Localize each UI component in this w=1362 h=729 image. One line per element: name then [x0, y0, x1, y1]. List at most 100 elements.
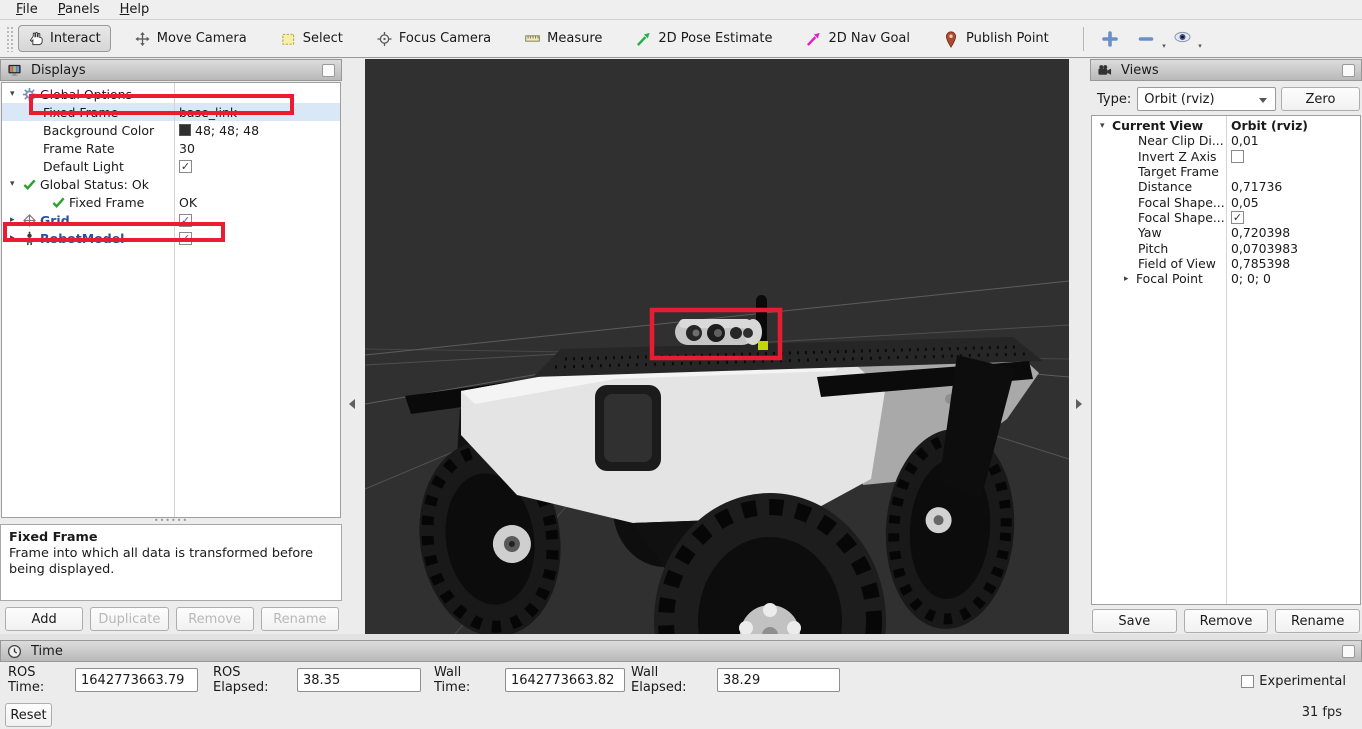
- property-name: Near Clip Di...: [1138, 133, 1224, 148]
- collapse-left-arrow-icon[interactable]: [349, 399, 355, 409]
- plus-icon: [1101, 30, 1120, 48]
- reset-button[interactable]: Reset: [5, 703, 52, 727]
- grid-icon: [22, 213, 37, 228]
- checkbox[interactable]: [1231, 211, 1244, 224]
- column-divider[interactable]: [1226, 116, 1227, 604]
- minus-icon: [1137, 30, 1156, 48]
- eye-icon: [1173, 30, 1192, 48]
- menu-file[interactable]: File: [6, 1, 48, 18]
- displays-panel-titlebar[interactable]: Displays: [0, 59, 342, 81]
- tool-move-camera[interactable]: Move Camera: [125, 25, 257, 52]
- chevron-down-icon: [1259, 98, 1267, 103]
- toolbar-grip[interactable]: [6, 26, 14, 52]
- tool-select[interactable]: Select: [271, 25, 353, 52]
- time-panel-title: Time: [31, 644, 63, 659]
- sensor-cylinder: [675, 319, 762, 345]
- displays-monitor-icon: [7, 63, 22, 78]
- displays-tree: ▾ Global OptionsFixed Framebase_linkBackg…: [1, 82, 341, 518]
- rename-button[interactable]: Rename: [261, 607, 339, 631]
- checkbox[interactable]: [179, 160, 192, 173]
- property-value: 48; 48; 48: [195, 123, 259, 138]
- property-name: Frame Rate: [43, 141, 115, 156]
- eye-button[interactable]: ▾: [1166, 26, 1202, 52]
- remove-button[interactable]: Remove: [176, 607, 254, 631]
- displays-row-grid[interactable]: ▸Grid: [2, 211, 340, 229]
- remove-button[interactable]: Remove: [1184, 609, 1269, 633]
- displays-row-frame-rate[interactable]: Frame Rate30: [2, 139, 340, 157]
- add-button[interactable]: Add: [5, 607, 83, 631]
- ros-time-input[interactable]: 1642773663.79: [75, 668, 198, 692]
- displays-help-box: Fixed Frame Frame into which all data is…: [0, 524, 342, 601]
- wall-time-input[interactable]: 1642773663.82: [505, 668, 625, 692]
- map-pin-icon: [944, 31, 959, 46]
- expander-open-icon[interactable]: ▾: [10, 89, 22, 99]
- time-panel: Time ROS Time:1642773663.79ROS Elapsed:3…: [0, 640, 1362, 729]
- property-name: Global Options: [40, 87, 132, 102]
- checkbox[interactable]: [179, 214, 192, 227]
- toolbar-separator: [1083, 27, 1084, 51]
- clock-icon: [7, 644, 22, 659]
- property-name: Fixed Frame: [43, 105, 118, 120]
- tool-2d-pose-estimate[interactable]: 2D Pose Estimate: [626, 25, 782, 52]
- time-float-button[interactable]: [1342, 645, 1355, 658]
- move-icon: [135, 31, 150, 46]
- rename-button[interactable]: Rename: [1275, 609, 1360, 633]
- save-button[interactable]: Save: [1092, 609, 1177, 633]
- time-panel-titlebar[interactable]: Time: [0, 640, 1362, 662]
- left-splitter[interactable]: [342, 59, 365, 634]
- expander-closed-icon[interactable]: ▸: [1124, 274, 1136, 284]
- views-panel-titlebar[interactable]: Views: [1090, 59, 1362, 81]
- collapse-right-arrow-icon[interactable]: [1076, 399, 1082, 409]
- check-icon: [22, 177, 37, 192]
- displays-row-global-options[interactable]: ▾ Global Options: [2, 85, 340, 103]
- checkbox[interactable]: [179, 232, 192, 245]
- tool-interact[interactable]: Interact: [18, 25, 111, 52]
- displays-float-button[interactable]: [322, 64, 335, 77]
- menu-panels[interactable]: Panels: [48, 1, 110, 18]
- experimental-label: Experimental: [1259, 674, 1346, 689]
- displays-row-background-color[interactable]: Background Color48; 48; 48: [2, 121, 340, 139]
- tool-2d-nav-goal[interactable]: 2D Nav Goal: [796, 25, 920, 52]
- right-splitter[interactable]: [1069, 59, 1090, 634]
- displays-row-global-status-ok[interactable]: ▾Global Status: Ok: [2, 175, 340, 193]
- dropdown-arrow-icon[interactable]: ▾: [1198, 42, 1202, 50]
- expander-closed-icon[interactable]: ▸: [10, 233, 22, 243]
- column-divider[interactable]: [174, 83, 175, 517]
- duplicate-button[interactable]: Duplicate: [90, 607, 168, 631]
- expander-closed-icon[interactable]: ▸: [10, 215, 22, 225]
- expander-open-icon[interactable]: ▾: [10, 179, 22, 189]
- expander-open-icon[interactable]: ▾: [1100, 121, 1112, 131]
- property-value: 0,05: [1231, 195, 1259, 210]
- tool-publish-point[interactable]: Publish Point: [934, 25, 1059, 52]
- plus-button[interactable]: [1094, 26, 1130, 52]
- focus-crosshair-icon: [377, 31, 392, 46]
- displays-row-default-light[interactable]: Default Light: [2, 157, 340, 175]
- checkbox[interactable]: [1231, 150, 1244, 163]
- displays-row-fixed-frame[interactable]: Fixed Framebase_link: [2, 103, 340, 121]
- displays-panel: Displays ▾ Global OptionsFixed Framebase_…: [0, 59, 342, 634]
- menu-help[interactable]: Help: [110, 1, 160, 18]
- property-name: Yaw: [1138, 225, 1162, 240]
- displays-row-fixed-frame[interactable]: Fixed FrameOK: [2, 193, 340, 211]
- views-float-button[interactable]: [1342, 64, 1355, 77]
- displays-row-robotmodel[interactable]: ▸RobotModel: [2, 229, 340, 247]
- tool-label: Interact: [50, 31, 101, 46]
- wall-elapsed-input[interactable]: 38.29: [717, 668, 840, 692]
- property-name: Default Light: [43, 159, 124, 174]
- experimental-checkbox[interactable]: [1241, 675, 1254, 688]
- minus-button[interactable]: ▾: [1130, 26, 1166, 52]
- property-value: Orbit (rviz): [1231, 118, 1308, 133]
- zero-button[interactable]: Zero: [1281, 87, 1360, 111]
- tool-measure[interactable]: Measure: [515, 25, 612, 52]
- ros-elapsed-input[interactable]: 38.35: [297, 668, 421, 692]
- tool-label: 2D Nav Goal: [828, 31, 910, 46]
- color-swatch[interactable]: [179, 124, 191, 136]
- check-icon: [51, 195, 66, 210]
- wall-time-label: Wall Time:: [434, 665, 470, 695]
- view-type-combobox[interactable]: Orbit (rviz): [1137, 87, 1276, 111]
- 3d-viewport[interactable]: [365, 59, 1069, 634]
- tool-label: Move Camera: [157, 31, 247, 46]
- select-box-icon: [281, 31, 296, 46]
- status-led: [758, 341, 768, 350]
- tool-focus-camera[interactable]: Focus Camera: [367, 25, 501, 52]
